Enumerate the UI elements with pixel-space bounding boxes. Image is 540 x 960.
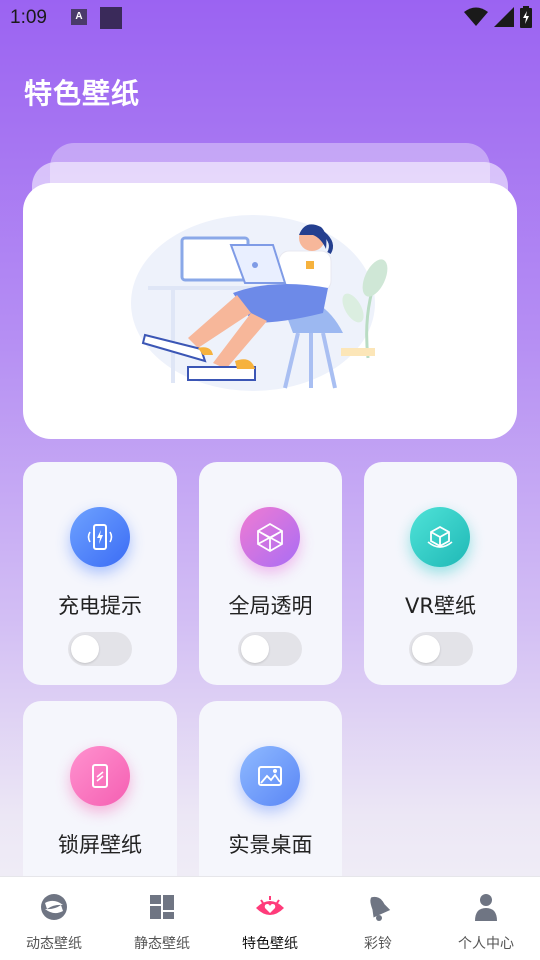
charging-toggle[interactable] [68, 632, 132, 666]
static-wallpaper-icon [150, 895, 174, 919]
vr-box-icon [410, 507, 470, 567]
feature-card-live-desktop: 实景桌面 [199, 701, 342, 901]
nav-label: 个人中心 [458, 936, 514, 952]
nav-item-dynamic[interactable]: 动态壁纸 [0, 877, 108, 960]
battery-icon [520, 6, 532, 28]
banner-illustration[interactable] [23, 183, 517, 439]
feature-label: 锁屏壁纸 [58, 833, 142, 857]
woman-with-laptop-illustration [131, 215, 388, 391]
page-title: 特色壁纸 [24, 77, 141, 110]
status-bar: 1:09 A [0, 0, 540, 36]
notification-a-icon: A [71, 9, 87, 25]
feature-label: 实景桌面 [228, 833, 313, 857]
transparent-toggle[interactable] [238, 632, 302, 666]
feature-card-lockscreen: 锁屏壁纸 [23, 701, 177, 901]
person-icon [475, 894, 497, 921]
feature-label: VR壁纸 [405, 594, 476, 618]
toggle-knob [241, 635, 269, 663]
nav-label: 动态壁纸 [26, 936, 82, 952]
nav-label: 特色壁纸 [242, 936, 298, 952]
featured-eye-heart-icon [256, 896, 284, 915]
feature-card-charging: 充电提示 [23, 462, 177, 685]
feature-label: 全局透明 [228, 594, 313, 618]
status-icons [464, 6, 532, 28]
toggle-knob [412, 635, 440, 663]
bottom-nav: 动态壁纸 静态壁纸 特色壁纸 彩铃 个人中心 [0, 876, 540, 960]
nav-item-ringtone[interactable]: 彩铃 [324, 877, 432, 960]
bell-icon [370, 896, 391, 921]
nav-item-profile[interactable]: 个人中心 [432, 877, 540, 960]
wifi-icon [464, 7, 488, 26]
nav-item-featured[interactable]: 特色壁纸 [216, 877, 324, 960]
nav-item-static[interactable]: 静态壁纸 [108, 877, 216, 960]
toggle-knob [71, 635, 99, 663]
feature-label: 充电提示 [58, 594, 142, 618]
cube-icon [240, 507, 300, 567]
status-time: 1:09 [10, 7, 47, 28]
nav-label: 彩铃 [364, 936, 392, 952]
vr-toggle[interactable] [409, 632, 473, 666]
nav-label: 静态壁纸 [134, 936, 190, 952]
lock-screen-note-icon [70, 746, 130, 806]
feature-card-vr: VR壁纸 [364, 462, 517, 685]
notification-square-icon [100, 7, 122, 29]
image-icon [240, 746, 300, 806]
charging-phone-icon [70, 507, 130, 567]
feature-card-transparent: 全局透明 [199, 462, 342, 685]
dynamic-wallpaper-icon [41, 894, 67, 920]
cell-signal-icon [494, 7, 514, 27]
